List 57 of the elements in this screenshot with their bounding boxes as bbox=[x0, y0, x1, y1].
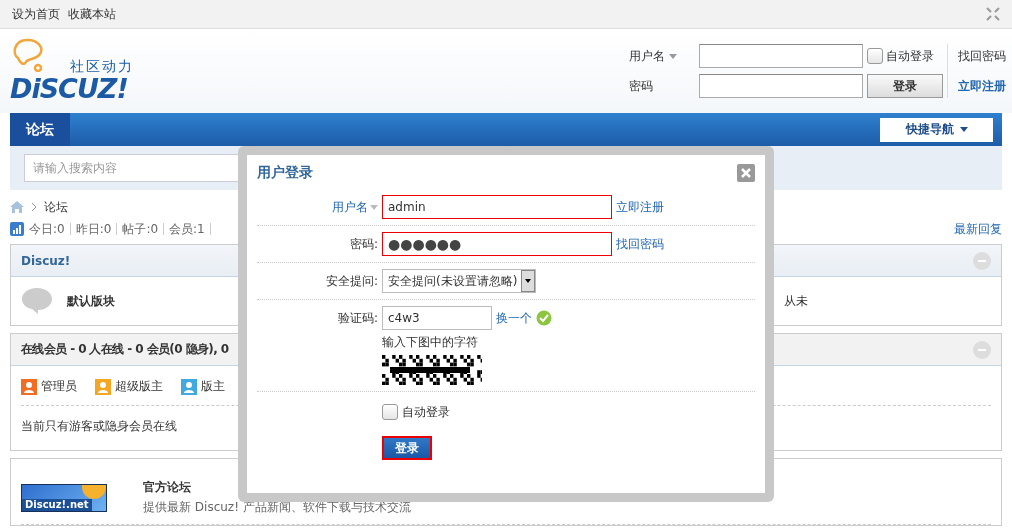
logo-wordmark: DiSCUZ! bbox=[10, 74, 128, 104]
captcha-field[interactable]: c4w3 bbox=[382, 306, 492, 330]
caret-icon bbox=[959, 127, 968, 132]
password-field[interactable]: ●●●●●● bbox=[382, 232, 612, 256]
close-icon bbox=[741, 168, 751, 178]
captcha-hint: 输入下图中的字符 bbox=[382, 334, 479, 351]
security-question-select[interactable]: 安全提问(未设置请忽略) bbox=[382, 269, 537, 293]
bar-chart-icon bbox=[10, 222, 24, 236]
caret-icon bbox=[669, 53, 677, 59]
forgot-password-link[interactable]: 找回密码 bbox=[952, 47, 1006, 65]
stat-text: 昨日:0 bbox=[75, 220, 112, 238]
close-button[interactable] bbox=[737, 164, 755, 182]
chevron-icon bbox=[32, 203, 36, 211]
password-field[interactable] bbox=[699, 74, 863, 98]
top-link[interactable]: 设为首页 bbox=[12, 5, 60, 23]
refresh-captcha-link[interactable]: 换一个 bbox=[496, 309, 532, 327]
legend-item: 超级版主 bbox=[95, 378, 163, 395]
online-note: 当前只有游客或隐身会员在线 bbox=[21, 419, 177, 433]
auto-login-checkbox[interactable]: 自动登录 bbox=[382, 400, 450, 424]
field-label: 密码: bbox=[349, 236, 378, 253]
collapse-icon[interactable] bbox=[973, 251, 991, 270]
submit-button[interactable]: 登录 bbox=[382, 436, 432, 460]
nav-tab[interactable]: 论坛 bbox=[10, 113, 70, 146]
forgot-password-link[interactable]: 找回密码 bbox=[616, 235, 664, 253]
username-field[interactable] bbox=[699, 44, 863, 68]
logo-tagline: 社区动力 bbox=[70, 58, 134, 76]
collapse-icon[interactable] bbox=[973, 340, 991, 359]
home-icon[interactable] bbox=[10, 201, 24, 213]
collapse-arrows-icon[interactable] bbox=[986, 7, 1000, 21]
username-field[interactable]: admin bbox=[382, 195, 612, 219]
check-circle-icon bbox=[536, 310, 552, 326]
register-link[interactable]: 立即注册 bbox=[616, 198, 664, 216]
legend-item: 管理员 bbox=[21, 378, 77, 395]
username-label[interactable]: 用户名 bbox=[629, 47, 695, 65]
stat-text: 会员:1 bbox=[169, 220, 205, 238]
stat-text: 今日:0 bbox=[29, 220, 65, 238]
field-label[interactable]: 用户名 bbox=[332, 195, 378, 219]
last-post-text: 从未 bbox=[784, 292, 808, 310]
top-link[interactable]: 收藏本站 bbox=[68, 5, 116, 23]
caret-icon bbox=[370, 204, 378, 210]
breadcrumb-item[interactable]: 论坛 bbox=[44, 198, 68, 216]
dialog-title: 用户登录 bbox=[257, 164, 313, 182]
password-label: 密码 bbox=[629, 77, 654, 95]
auto-login-checkbox[interactable]: 自动登录 bbox=[867, 47, 943, 65]
online-title: 在线会员 - 0 人在线 - 0 会员(0 隐身), 0 bbox=[21, 341, 229, 358]
caret-icon bbox=[525, 279, 532, 283]
legend-item: 版主 bbox=[181, 378, 225, 395]
login-button[interactable]: 登录 bbox=[867, 74, 943, 98]
register-link[interactable]: 立即注册 bbox=[952, 77, 1006, 95]
site-logo[interactable]: Discuz!.net bbox=[21, 483, 107, 512]
field-label: 安全提问: bbox=[325, 273, 378, 290]
category-title[interactable]: Discuz! bbox=[21, 253, 71, 268]
stat-text: 帖子:0 bbox=[122, 220, 159, 238]
quick-nav-button[interactable]: 快捷导航 bbox=[880, 117, 993, 142]
field-label: 验证码: bbox=[337, 310, 378, 327]
latest-replies-link[interactable]: 最新回复 bbox=[954, 220, 1002, 238]
speech-bubble-icon bbox=[21, 287, 53, 315]
